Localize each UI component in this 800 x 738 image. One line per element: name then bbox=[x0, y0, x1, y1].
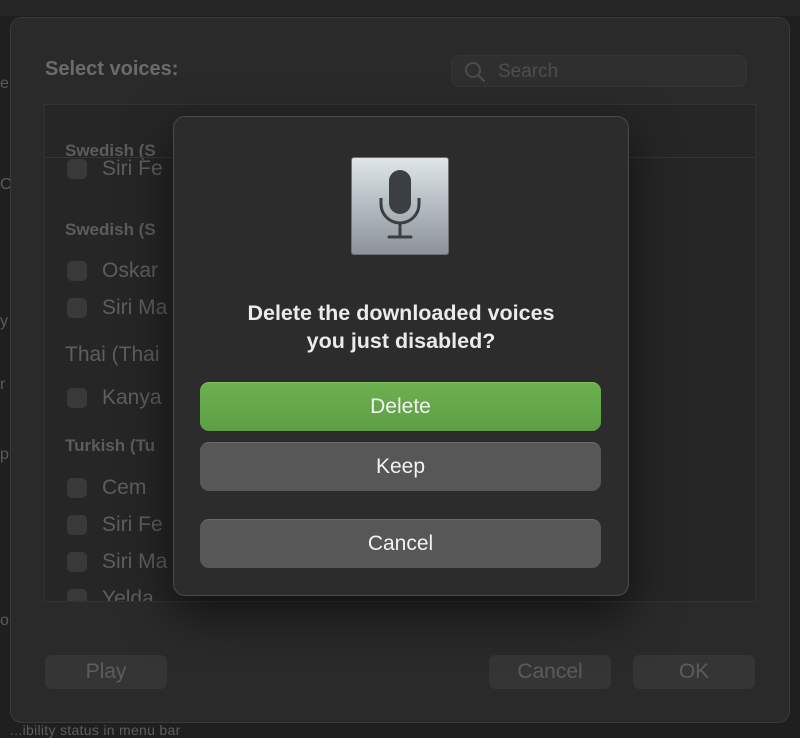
voice-checkbox[interactable] bbox=[67, 478, 87, 498]
background-glyph: e bbox=[0, 75, 9, 92]
voice-checkbox[interactable] bbox=[67, 552, 87, 572]
voice-row[interactable]: Cem bbox=[67, 476, 146, 500]
voice-row[interactable]: Siri Ma bbox=[67, 296, 167, 320]
alert-message: Delete the downloaded voices you just di… bbox=[174, 299, 628, 355]
search-icon bbox=[464, 61, 486, 88]
cancel-button[interactable]: Cancel bbox=[200, 519, 601, 568]
alert-message-line: Delete the downloaded voices bbox=[247, 301, 555, 325]
background-glyph: o bbox=[0, 612, 9, 629]
sheet-cancel-button[interactable]: Cancel bbox=[489, 655, 611, 689]
language-group-heading: Swedish (S bbox=[65, 220, 156, 239]
microphone-icon bbox=[351, 157, 449, 255]
voice-label: Siri Fe bbox=[102, 513, 163, 536]
voice-label: Yelda bbox=[102, 587, 154, 602]
voice-row[interactable]: Siri Fe bbox=[67, 513, 163, 537]
voice-row[interactable]: Siri Ma bbox=[67, 550, 167, 574]
voice-checkbox[interactable] bbox=[67, 515, 87, 535]
ok-button[interactable]: OK bbox=[633, 655, 755, 689]
sheet-title: Select voices: bbox=[45, 58, 179, 80]
voice-row[interactable]: Oskar bbox=[67, 259, 158, 283]
voice-row[interactable]: Siri Fe bbox=[67, 157, 163, 181]
voice-row[interactable]: Yelda bbox=[67, 587, 154, 602]
window-title-strip bbox=[0, 0, 800, 16]
voice-checkbox[interactable] bbox=[67, 388, 87, 408]
background-glyph: r bbox=[0, 376, 6, 393]
background-glyph: y bbox=[0, 313, 8, 330]
voice-label: Siri Ma bbox=[102, 550, 168, 573]
voice-label: Oskar bbox=[102, 259, 159, 282]
delete-voices-alert: Delete the downloaded voices you just di… bbox=[173, 116, 629, 596]
voice-label: Siri Fe bbox=[102, 157, 163, 180]
voice-label: Siri Ma bbox=[102, 296, 168, 319]
language-group-heading: Turkish (Tu bbox=[65, 436, 156, 455]
background-glyph: p bbox=[0, 446, 9, 463]
voice-label: Cem bbox=[102, 476, 147, 499]
voice-checkbox[interactable] bbox=[67, 261, 87, 281]
play-button[interactable]: Play bbox=[45, 655, 167, 689]
voice-row[interactable]: Kanya bbox=[67, 386, 162, 410]
voice-checkbox[interactable] bbox=[67, 159, 87, 179]
delete-button[interactable]: Delete bbox=[200, 382, 601, 431]
language-group-heading: Thai (Thai bbox=[65, 343, 160, 366]
background-glyph: O bbox=[0, 176, 10, 193]
voice-checkbox[interactable] bbox=[67, 589, 87, 601]
search-placeholder: Search bbox=[498, 61, 559, 82]
search-field[interactable]: Search bbox=[451, 55, 747, 87]
alert-message-line: you just disabled? bbox=[306, 329, 496, 353]
voice-label: Kanya bbox=[102, 386, 162, 409]
keep-button[interactable]: Keep bbox=[200, 442, 601, 491]
voice-checkbox[interactable] bbox=[67, 298, 87, 318]
